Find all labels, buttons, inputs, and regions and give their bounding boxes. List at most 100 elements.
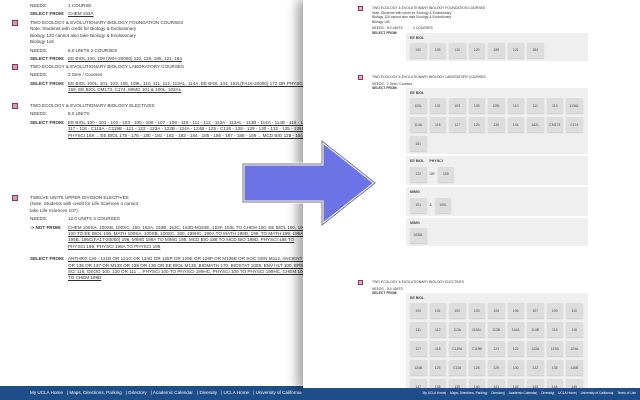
course-chip[interactable]: 136B	[566, 360, 583, 376]
course-chip[interactable]: 120	[468, 43, 485, 59]
course-chip[interactable]: 113	[546, 98, 563, 114]
course-group: EE BIOL 100 101 102 103 105 106 107 109 110 111 11…	[406, 292, 588, 390]
needs-value: 8.0 UNITS	[68, 111, 90, 117]
footer-link[interactable]: Academic Calendar	[153, 390, 193, 395]
course-chip[interactable]: 130	[507, 360, 524, 376]
course-chip[interactable]: 129	[488, 360, 505, 376]
course-chip[interactable]: 117	[449, 117, 466, 133]
course-chip[interactable]: 100	[410, 43, 427, 59]
course-chip[interactable]: 101	[429, 98, 446, 114]
course-chip[interactable]: 121	[488, 341, 505, 357]
course-chip[interactable]: 123B	[546, 341, 563, 357]
top-requirement: NEEDS: 1 COURSE SELECT FROM: CHEM 153A	[12, 1, 312, 18]
course-chip[interactable]: 117	[410, 341, 427, 357]
course-chip[interactable]: 102	[449, 303, 466, 319]
course-chip[interactable]: 109	[546, 303, 563, 319]
course-group: EE BIOL 100L 101 103 105 109L 110 111 113 113AL 1…	[406, 87, 588, 155]
course-links[interactable]: EE BIOL 100L, 101, 103, 105, 109L, 110, …	[68, 81, 312, 94]
course-chip[interactable]: 111	[527, 98, 544, 114]
course-chip[interactable]: 159	[437, 166, 455, 182]
course-chip[interactable]: 100L	[434, 197, 452, 213]
course-chip[interactable]: 185	[488, 43, 505, 59]
course-chip[interactable]: 111	[410, 322, 427, 338]
requirement-marker-icon	[12, 20, 18, 26]
footer-link[interactable]: My UCLA Home	[423, 391, 446, 395]
course-links[interactable]: ANTHRO 120 - 121B OR 121G OR 124G OR 125…	[68, 256, 312, 282]
course-chip[interactable]: 124B	[410, 360, 427, 376]
course-chip[interactable]: 181	[410, 136, 427, 152]
footer-link[interactable]: UCLA Home	[558, 391, 576, 395]
course-chip[interactable]: C174	[566, 117, 583, 133]
course-chip[interactable]: 100	[410, 303, 427, 319]
footer-link[interactable]: Academic Calendar	[509, 391, 537, 395]
footer-link[interactable]: Maps, Directions, Parking	[450, 391, 486, 395]
course-chip[interactable]: 100L	[410, 98, 427, 114]
course-chip[interactable]: 184	[527, 43, 544, 59]
course-chip[interactable]: 110	[449, 43, 466, 59]
footer-link[interactable]: Maps, Directions, Parking	[69, 390, 121, 395]
group-subject: EE BIOL	[410, 159, 425, 164]
footer-link[interactable]: University of California	[581, 391, 613, 395]
course-chip[interactable]: 113AL	[468, 322, 485, 338]
course-chip[interactable]: 118	[429, 341, 446, 357]
select-label: SELECT FROM:	[30, 11, 65, 17]
footer-link[interactable]: Directory	[128, 390, 146, 395]
needs-label: NEEDS:	[30, 72, 48, 78]
course-chip[interactable]: 135	[546, 360, 563, 376]
course-links[interactable]: EE BIOL 100 - 101 - 102 - 103 - 105 - 10…	[68, 120, 312, 139]
footer-link[interactable]: Directory	[491, 391, 504, 395]
course-chip[interactable]: 122	[507, 341, 524, 357]
course-chip[interactable]: 121	[507, 43, 524, 59]
footer-link[interactable]: Diversity	[541, 391, 553, 395]
course-chip[interactable]: 103	[468, 303, 485, 319]
course-chip[interactable]: 124A	[566, 341, 583, 357]
course-chip[interactable]: 101	[429, 303, 446, 319]
course-chip[interactable]: 105	[488, 303, 505, 319]
footer-link[interactable]: My UCLA Home	[30, 390, 63, 395]
footer-link[interactable]: Terms of Use	[617, 391, 636, 395]
course-chip[interactable]: 113A	[449, 322, 466, 338]
course-chip[interactable]: 172	[410, 166, 427, 182]
course-chip[interactable]: C119A	[449, 341, 466, 357]
course-chip[interactable]: 113B	[488, 322, 505, 338]
course-chip[interactable]: 135	[488, 117, 505, 133]
course-chip[interactable]: 125	[429, 360, 446, 376]
course-chip[interactable]: 114A	[507, 322, 524, 338]
course-chip[interactable]: 115	[546, 322, 563, 338]
course-chip[interactable]: C126	[449, 360, 466, 376]
course-chip[interactable]: 123A	[527, 341, 544, 357]
connector: OR	[429, 172, 435, 177]
footer-link[interactable]: Diversity	[199, 390, 217, 395]
course-group: MIMG 103AL	[406, 217, 588, 247]
course-chip[interactable]: 116	[566, 322, 583, 338]
course-chip[interactable]: C119B	[468, 341, 485, 357]
course-chip[interactable]: 144	[507, 117, 524, 133]
course-chip[interactable]: 106	[507, 303, 524, 319]
course-chip[interactable]: 101	[410, 197, 427, 213]
course-chip[interactable]: 115	[429, 117, 446, 133]
course-chip[interactable]: 103	[449, 98, 466, 114]
course-chip[interactable]: 132	[527, 360, 544, 376]
course-chip[interactable]: 105	[468, 98, 485, 114]
requirement-foundation: TWO ECOLOGY & EVOLUTIONARY BIOLOGY FOUND…	[12, 20, 312, 62]
course-chip[interactable]: 128	[468, 360, 485, 376]
course-chip[interactable]: 114B	[527, 322, 544, 338]
footer-link[interactable]: University of California	[256, 390, 302, 395]
excluded-course-links[interactable]: CHEM 100SA, 100SB, 100SC, 150, 153A, 153…	[68, 225, 312, 251]
course-chip[interactable]: 110	[507, 98, 524, 114]
course-chip[interactable]: 129	[468, 117, 485, 133]
course-chip[interactable]: 105	[429, 43, 446, 59]
course-chip[interactable]: 103AL	[410, 228, 427, 244]
course-chip[interactable]: 112	[429, 322, 446, 338]
course-chip[interactable]: 114A	[410, 117, 427, 133]
course-chip[interactable]: CM173	[546, 117, 563, 133]
course-chip[interactable]: 113AL	[566, 98, 583, 114]
course-links[interactable]: EE BIOL 100, 109 (W/H-20000) 110, 120, 1…	[68, 56, 312, 62]
course-chip[interactable]: 107	[527, 303, 544, 319]
course-link[interactable]: CHEM 153A	[68, 11, 312, 17]
course-chip[interactable]: 162L	[527, 117, 544, 133]
footer-link[interactable]: UCLA Home	[224, 390, 250, 395]
course-chip[interactable]: 110	[566, 303, 583, 319]
requirement-electives: TWO ECOLOGY & EVOLUTIONARY BIOLOGY ELECT…	[12, 103, 312, 139]
course-chip[interactable]: 109L	[488, 98, 505, 114]
